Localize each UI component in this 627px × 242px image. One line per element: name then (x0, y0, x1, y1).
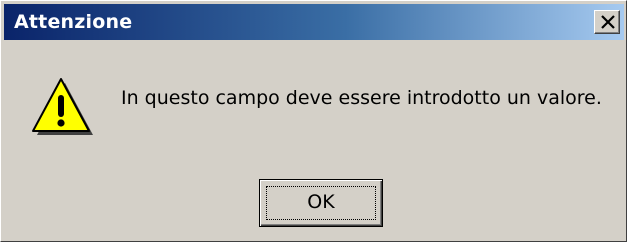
warning-icon (32, 78, 93, 135)
close-button[interactable] (594, 10, 620, 34)
title-bar[interactable]: Attenzione (4, 4, 624, 40)
close-icon (601, 15, 615, 29)
ok-button-label: OK (307, 191, 335, 213)
alert-dialog: Attenzione In questo campo deve essere i… (0, 0, 627, 242)
dialog-message: In questo campo deve essere introdotto u… (121, 87, 602, 109)
dialog-title: Attenzione (14, 11, 133, 33)
ok-button[interactable]: OK (259, 179, 383, 227)
